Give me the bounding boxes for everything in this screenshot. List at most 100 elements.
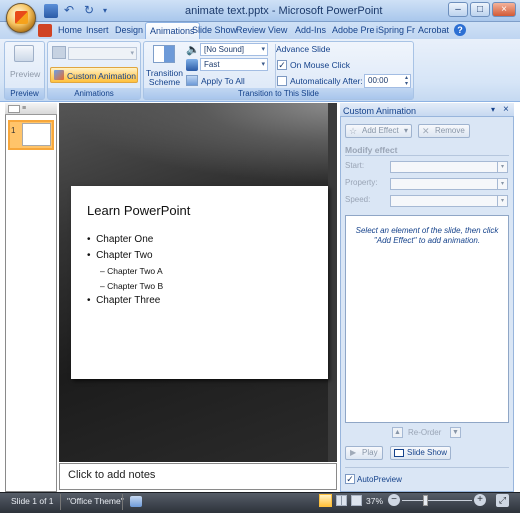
animate-dropdown[interactable]: ▾: [68, 47, 137, 60]
automatically-after-checkbox[interactable]: [277, 76, 287, 86]
transition-sound-value: [No Sound]: [204, 45, 245, 54]
slide-title[interactable]: Learn PowerPoint: [87, 203, 190, 218]
animation-list[interactable]: [345, 215, 509, 423]
animations-group-label: Animations: [48, 88, 140, 99]
custom-animation-title: Custom Animation: [343, 106, 417, 116]
transition-group-label: Transition to This Slide: [144, 88, 413, 99]
modify-effect-heading: Modify effect: [345, 145, 398, 155]
play-icon: ▶: [350, 448, 357, 457]
animation-list-hint: Select an element of the slide, then cli…: [355, 226, 499, 245]
slide-bullet[interactable]: • Chapter One: [87, 234, 153, 245]
apply-to-all-button[interactable]: Apply To All: [201, 76, 245, 86]
animate-icon: [52, 46, 66, 59]
advance-slide-label: Advance Slide: [276, 44, 331, 54]
status-divider: [60, 494, 61, 510]
slide-thumbnail-preview: [22, 123, 51, 146]
window-title: animate text.pptx - Microsoft PowerPoint: [185, 5, 383, 17]
zoom-slider-thumb[interactable]: [423, 495, 428, 506]
slide-sub-bullet-text: Chapter Two A: [107, 266, 163, 276]
remove-icon: ✕: [422, 126, 430, 136]
add-effect-button[interactable]: ☆ Add Effect ▾: [345, 124, 412, 138]
slide-bullet-text: Chapter Three: [96, 295, 161, 306]
automatically-after-label: Automatically After:: [290, 76, 363, 86]
customize-qat-icon[interactable]: ▾: [98, 4, 112, 18]
spellcheck-icon[interactable]: [130, 496, 142, 507]
addin-icon[interactable]: [38, 24, 52, 37]
reorder-label: Re-Order: [408, 428, 442, 437]
pane-options-icon[interactable]: ▾: [491, 105, 495, 114]
property-label: Property:: [345, 178, 378, 187]
slide-bullet-text: Chapter Two: [96, 250, 153, 261]
sound-icon: 🔈: [186, 44, 200, 56]
transition-scheme-button[interactable]: Transition Scheme: [146, 69, 183, 87]
play-label: Play: [362, 448, 378, 457]
slide-sub-bullet[interactable]: – Chapter Two A: [100, 266, 163, 276]
office-logo-icon: [15, 11, 28, 24]
remove-button[interactable]: ✕ Remove: [418, 124, 470, 138]
tab-view[interactable]: View: [264, 22, 291, 39]
add-effect-icon: ☆: [349, 126, 358, 136]
custom-animation-button[interactable]: Custom Animation: [50, 67, 138, 83]
slide-bullet[interactable]: • Chapter Three: [87, 295, 160, 306]
slide-sub-bullet-text: Chapter Two B: [107, 281, 164, 291]
fit-to-window-icon[interactable]: ⤢: [496, 494, 509, 507]
slides-tab-icon[interactable]: [8, 105, 20, 113]
zoom-level[interactable]: 37%: [366, 496, 383, 506]
slide-bullet-text: Chapter One: [96, 234, 154, 245]
slide-vertical-scrollbar[interactable]: [328, 103, 337, 462]
start-label: Start:: [345, 161, 365, 170]
minimize-button[interactable]: –: [448, 2, 468, 17]
slide-sorter-icon[interactable]: [336, 495, 347, 506]
slide-show-button[interactable]: Slide Show: [390, 446, 451, 460]
tab-adobe-presenter[interactable]: Adobe Pre: [328, 22, 379, 39]
slide-show-view-icon[interactable]: [351, 495, 362, 506]
notes-placeholder[interactable]: Click to add notes: [68, 469, 155, 481]
remove-label: Remove: [435, 126, 465, 135]
tab-acrobat[interactable]: Acrobat: [414, 22, 453, 39]
speed-dropdown[interactable]: ▾: [390, 195, 508, 207]
undo-icon[interactable]: ↶: [62, 4, 76, 18]
reorder-up-icon[interactable]: ▲: [392, 427, 403, 438]
reorder-down-icon[interactable]: ▼: [450, 427, 461, 438]
property-dropdown[interactable]: ▾: [390, 178, 508, 190]
zoom-slider[interactable]: [402, 500, 472, 501]
start-dropdown[interactable]: ▾: [390, 161, 508, 173]
add-effect-chevron-icon: ▾: [403, 126, 408, 135]
status-divider: [122, 494, 123, 510]
zoom-out-icon[interactable]: −: [388, 494, 400, 506]
transition-sound-combo[interactable]: [No Sound] ▾: [200, 43, 268, 56]
slide-bullet[interactable]: • Chapter Two: [87, 250, 153, 261]
section-divider: [345, 155, 509, 156]
tab-insert[interactable]: Insert: [82, 22, 113, 39]
transition-scheme-icon: [153, 45, 175, 63]
custom-animation-icon: [54, 70, 64, 80]
autopreview-checkbox[interactable]: ✓: [345, 474, 355, 484]
tab-design[interactable]: Design: [111, 22, 147, 39]
outline-tab-icon[interactable]: ≡: [22, 105, 34, 113]
maximize-button[interactable]: □: [470, 2, 490, 17]
tab-ispring[interactable]: iSpring Fr: [372, 22, 419, 39]
speed-icon: [186, 59, 198, 71]
on-mouse-click-checkbox[interactable]: ✓: [277, 60, 287, 70]
save-icon[interactable]: [44, 4, 58, 18]
theme-name: "Office Theme": [67, 496, 124, 506]
slides-pane: [5, 103, 57, 492]
office-button[interactable]: [6, 3, 36, 33]
play-button[interactable]: ▶ Play: [345, 446, 383, 460]
zoom-in-icon[interactable]: +: [474, 494, 486, 506]
advance-time-spinner[interactable]: 00:00 ▴ ▾: [364, 74, 411, 88]
help-icon[interactable]: ?: [454, 24, 466, 36]
redo-icon[interactable]: ↻: [82, 4, 96, 18]
transition-speed-combo[interactable]: Fast ▾: [200, 58, 268, 71]
slide-sub-bullet[interactable]: – Chapter Two B: [100, 281, 163, 291]
custom-animation-label: Custom Animation: [67, 71, 136, 81]
slide-show-label: Slide Show: [407, 448, 448, 457]
apply-to-all-icon: [186, 75, 198, 86]
slide-show-icon: [394, 449, 404, 457]
tab-add-ins[interactable]: Add-Ins: [291, 22, 330, 39]
normal-view-icon[interactable]: [319, 494, 332, 507]
close-button[interactable]: ×: [492, 2, 516, 17]
pane-close-icon[interactable]: ×: [503, 104, 509, 115]
preview-icon: [14, 45, 34, 62]
preview-button[interactable]: Preview: [10, 69, 40, 79]
